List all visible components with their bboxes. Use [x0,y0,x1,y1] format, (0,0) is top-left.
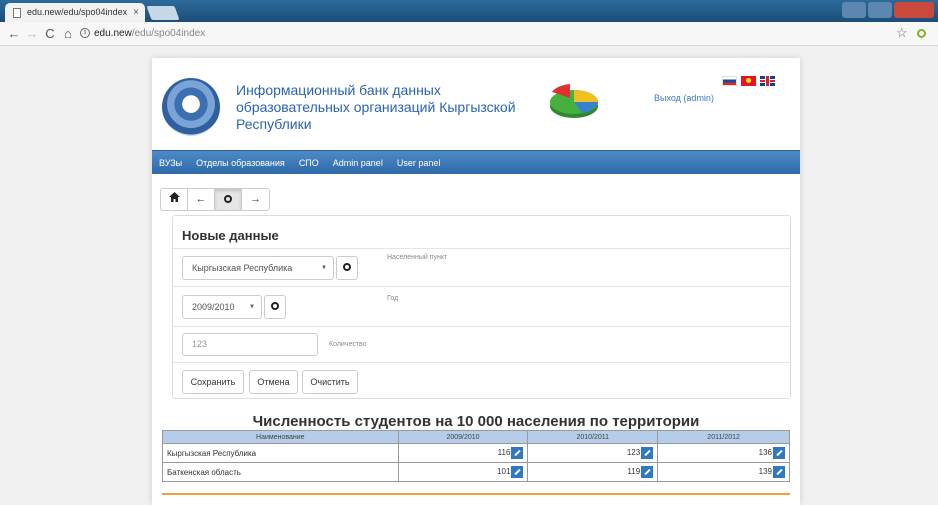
chevron-down-icon: ▼ [249,304,255,310]
reload-icon[interactable]: C [42,25,58,43]
site-header: Информационный банк данных образовательн… [152,58,800,150]
cell-number: 116 [497,448,511,458]
language-flags [722,76,775,86]
region-label: Населенный пункт [387,254,448,261]
cell-number: 123 [626,448,641,458]
table-row: Кыргызская Республика 116 123 136 [162,443,790,463]
col-header-2010: 2010/2011 [527,430,659,444]
region-select-value: Кыргызская Республика [192,263,293,273]
plus-circle-icon [224,195,232,204]
year-select-value: 2009/2010 [192,302,235,312]
back-button[interactable]: ← [188,189,215,210]
home-button[interactable] [161,189,188,210]
save-button[interactable]: Сохранить [182,370,244,394]
url-field[interactable]: i edu.new/edu/spo04index [80,25,870,43]
buttons-row: Сохранить Отмена Очистить [173,362,790,399]
page-icon [13,8,21,18]
nav-item-education-departments[interactable]: Отделы образования [189,151,292,175]
edit-icon[interactable] [773,466,785,478]
minimize-button[interactable] [842,2,866,18]
flag-ru-icon[interactable] [722,76,737,86]
toolbar: ← → [160,188,270,211]
info-icon[interactable]: i [80,28,90,39]
cancel-button[interactable]: Отмена [249,370,298,394]
row-name: Баткенская область [162,462,399,482]
count-input[interactable]: 123 [182,333,318,356]
year-row: 2009/2010 ▼ Год [173,286,790,326]
flag-en-icon[interactable] [760,76,775,86]
students-table: Наименование 2009/2010 2010/2011 2011/20… [162,430,790,482]
browser-tab[interactable]: edu.new/edu/spo04index × [5,3,145,22]
emblem-logo [162,78,220,136]
footer-divider [162,493,790,495]
window-controls [842,2,934,18]
cell-number: 119 [627,467,641,477]
edit-icon[interactable] [641,447,654,459]
edit-icon[interactable] [773,447,785,459]
add-button[interactable] [215,189,242,210]
cell-value: 116 [397,443,529,463]
plus-circle-icon [271,301,279,310]
main-navbar: ВУЗы Отделы образования СПО Admin panel … [152,150,800,174]
cell-number: 101 [497,467,511,477]
add-region-button[interactable] [336,256,358,280]
logout-link[interactable]: Выход (admin) [654,93,714,103]
back-arrow-icon[interactable]: ← [6,25,22,43]
cell-value: 139 [657,462,790,482]
forward-arrow-icon[interactable]: → [24,25,40,43]
close-tab-icon[interactable]: × [133,3,139,22]
year-label: Год [387,295,399,302]
pie-chart-logo-icon [550,84,598,118]
region-row: Кыргызская Республика ▼ Населенный пункт [173,248,790,286]
edit-icon[interactable] [511,447,524,459]
cell-value: 119 [527,462,659,482]
flag-kg-icon[interactable] [741,76,756,86]
add-year-button[interactable] [264,295,286,319]
count-label: Количество [329,341,367,348]
arrow-left-icon: ← [195,193,207,205]
home-icon [168,192,180,202]
cell-value: 101 [397,462,529,482]
new-tab-button[interactable] [146,6,180,20]
cell-number: 136 [758,448,772,458]
extension-icon[interactable] [917,29,926,38]
table-header-row: Наименование 2009/2010 2010/2011 2011/20… [162,430,790,444]
nav-item-spo[interactable]: СПО [292,151,326,175]
form-title: Новые данные [182,228,279,243]
col-header-2009: 2009/2010 [397,430,529,444]
nav-item-user-panel[interactable]: User panel [390,151,448,175]
page: Информационный банк данных образовательн… [152,58,800,505]
plus-circle-icon [343,262,351,271]
cell-number: 139 [758,467,772,477]
col-header-name: Наименование [162,430,399,444]
edit-icon[interactable] [511,466,524,478]
browser-tab-bar: edu.new/edu/spo04index × [0,0,938,22]
cell-value: 123 [527,443,659,463]
table-title: Численность студентов на 10 000 населени… [252,413,700,430]
site-title: Информационный банк данных образовательн… [236,82,516,132]
maximize-button[interactable] [868,2,892,18]
nav-item-admin-panel[interactable]: Admin panel [326,151,390,175]
bookmark-star-icon[interactable]: ☆ [896,25,908,41]
address-bar: ← → C ⌂ i edu.new/edu/spo04index ☆ [0,22,938,46]
new-data-form: Новые данные Кыргызская Республика ▼ Нас… [172,215,791,399]
row-name: Кыргызская Республика [162,443,399,463]
chevron-down-icon: ▼ [321,265,327,271]
cell-value: 136 [657,443,790,463]
arrow-right-icon: → [250,193,261,205]
edit-icon[interactable] [641,466,654,478]
nav-item-vuzy[interactable]: ВУЗы [152,151,189,175]
tab-title: edu.new/edu/spo04index [27,7,128,17]
close-window-button[interactable] [894,2,934,18]
forward-button[interactable]: → [242,189,269,210]
table-row: Баткенская область 101 119 139 [162,462,790,482]
clear-button[interactable]: Очистить [302,370,358,394]
home-icon[interactable]: ⌂ [60,25,76,43]
count-row: 123 Количество [173,326,790,362]
region-select[interactable]: Кыргызская Республика ▼ [182,256,334,280]
col-header-2011: 2011/2012 [657,430,790,444]
url-path: /edu/spo04index [131,28,206,39]
url-host: edu.new [94,28,132,39]
year-select[interactable]: 2009/2010 ▼ [182,295,262,319]
